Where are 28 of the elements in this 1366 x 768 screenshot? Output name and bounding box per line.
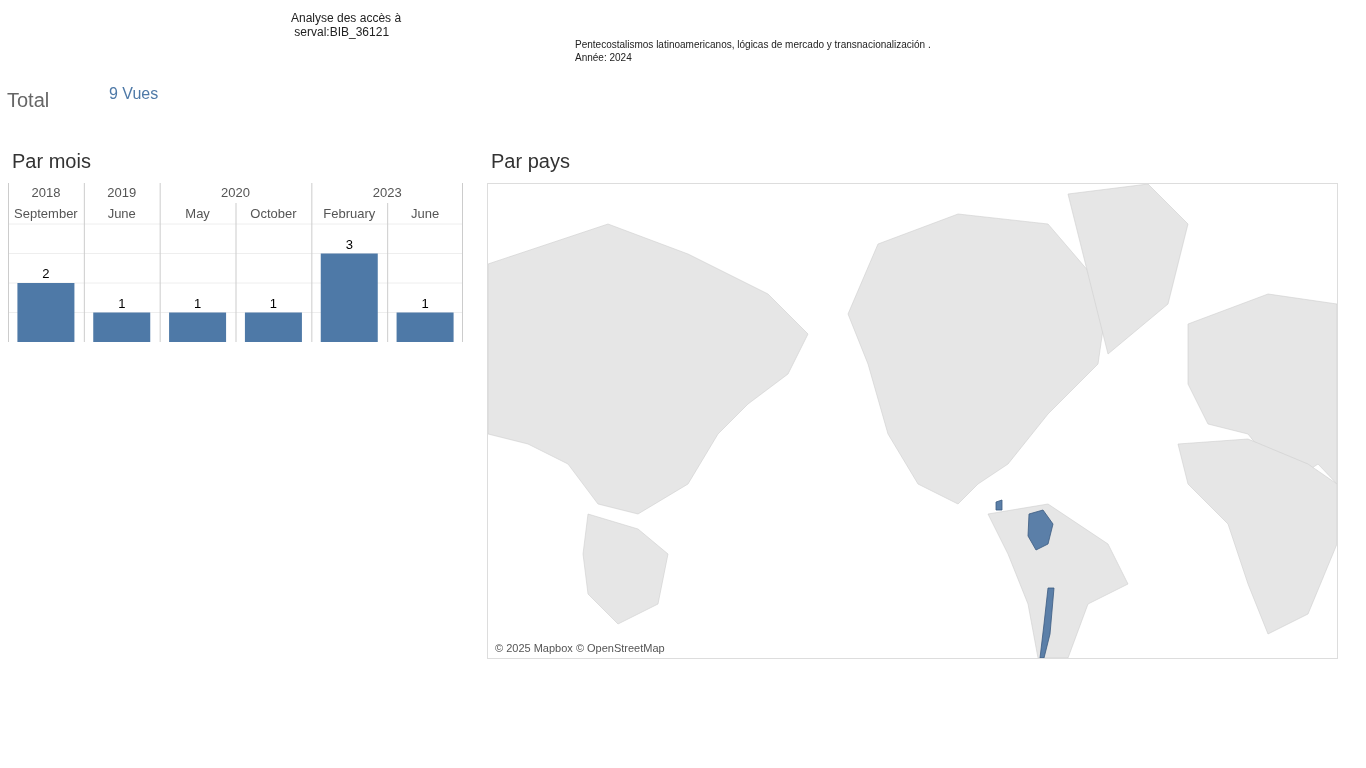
month-label: February: [323, 206, 376, 221]
bar: [169, 312, 227, 342]
bar-value-label: 1: [118, 295, 126, 311]
year-label: 2019: [107, 185, 137, 200]
bar: [93, 312, 151, 342]
bar-value-label: 1: [421, 295, 429, 311]
month-label: September: [14, 206, 78, 221]
month-label: June: [411, 206, 440, 221]
month-label: May: [185, 206, 210, 221]
section-title: Par mois: [12, 150, 92, 173]
month-label: June: [107, 206, 136, 221]
year-label: 2023: [372, 185, 402, 200]
total-label: Total: [7, 89, 51, 112]
bar-value-label: 2: [42, 266, 50, 281]
report-subtitle: Pentecostalismos latinoamericanos, lógicas de mercado y transnacionalización . Année: 2024: [575, 38, 931, 65]
bar: [17, 283, 75, 342]
bar: [396, 312, 454, 342]
bar: [244, 312, 302, 342]
year-label: 2020: [221, 185, 250, 200]
report-title: Analyse des accès à serval:BIB_36121: [291, 11, 403, 41]
bar-value-label: 3: [345, 236, 353, 252]
month-label: October: [250, 206, 297, 221]
section-title: Par pays: [491, 150, 571, 173]
bar-value-label: 1: [269, 295, 278, 311]
total-value: 9 Vues: [109, 85, 159, 103]
year-label: 2018: [31, 185, 61, 200]
map-attribution: © 2025 Mapbox © OpenStreetMap: [493, 641, 667, 655]
bar-value-label: 1: [193, 295, 202, 311]
